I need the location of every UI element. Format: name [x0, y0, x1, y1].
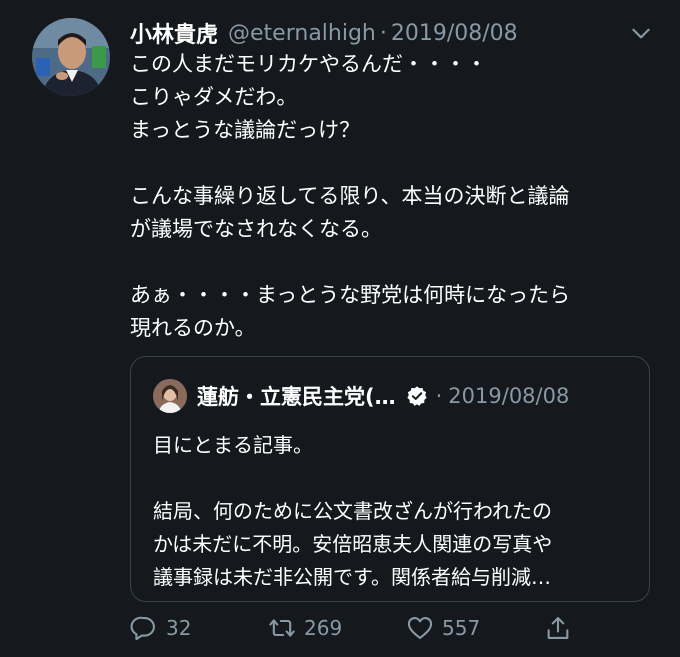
quoted-header: 蓮舫・立憲民主党(… · 2019/08/08 — [197, 377, 569, 415]
tweet-line: が議場でなされなくなる。 — [130, 217, 382, 241]
quoted-line: 目にとまる記事。 — [153, 433, 313, 457]
tweet-line: こりゃダメだわ。 — [130, 85, 298, 109]
reply-button[interactable]: 32 — [130, 614, 191, 642]
tweet-header: 小林貴虎 @eternalhigh · 2019/08/08 — [130, 16, 518, 50]
quoted-date: 2019/08/08 — [448, 384, 570, 408]
tweet-text: この人まだモリカケやるんだ・・・・ こりゃダメだわ。 まっとうな議論だっけ？ こ… — [130, 48, 650, 345]
tweet-date[interactable]: 2019/08/08 — [391, 21, 518, 46]
reply-count: 32 — [166, 616, 192, 640]
chevron-down-icon[interactable] — [628, 20, 654, 46]
reply-icon — [130, 616, 155, 641]
author-name[interactable]: 小林貴虎 — [130, 17, 218, 49]
tweet-line: あぁ・・・・まっとうな野党は何時になったら — [130, 283, 571, 307]
tweet-line: まっとうな議論だっけ？ — [130, 118, 361, 142]
quoted-author-avatar — [153, 379, 187, 413]
quoted-line: 議事録は未だ非公開です。関係者給与削減… — [153, 565, 551, 589]
quoted-author-name: 蓮舫・立憲民主党(… — [197, 385, 396, 409]
quoted-line: かは未だに不明。安倍昭恵夫人関連の写真や — [153, 532, 553, 556]
quoted-line: 結局、何のために公文書改ざんが行われたの — [153, 499, 552, 523]
share-icon — [547, 617, 569, 639]
verified-icon — [406, 386, 427, 406]
retweet-icon — [269, 619, 295, 637]
author-handle[interactable]: @eternalhigh — [228, 21, 376, 46]
tweet-line: 現れるのか。 — [130, 316, 256, 340]
like-button[interactable]: 557 — [406, 614, 480, 642]
tweet-line: こんな事繰り返してる限り、本当の決断と議論 — [130, 184, 570, 208]
header-separator: · — [379, 20, 387, 46]
retweet-button[interactable]: 269 — [268, 614, 342, 642]
tweet-actions: 32 269 557 — [130, 614, 580, 650]
quoted-tweet[interactable]: 蓮舫・立憲民主党(… · 2019/08/08 目にとまる記事。 結局、何のため… — [130, 356, 650, 602]
like-count: 557 — [442, 616, 481, 640]
author-avatar[interactable] — [32, 18, 110, 96]
quoted-text: 目にとまる記事。 結局、何のために公文書改ざんが行われたの かは未だに不明。安倍… — [153, 429, 633, 594]
tweet-line: この人まだモリカケやるんだ・・・・ — [130, 52, 487, 76]
quoted-separator: · — [435, 384, 443, 408]
heart-icon — [407, 617, 433, 639]
share-button[interactable] — [544, 614, 580, 642]
retweet-count: 269 — [304, 616, 343, 640]
